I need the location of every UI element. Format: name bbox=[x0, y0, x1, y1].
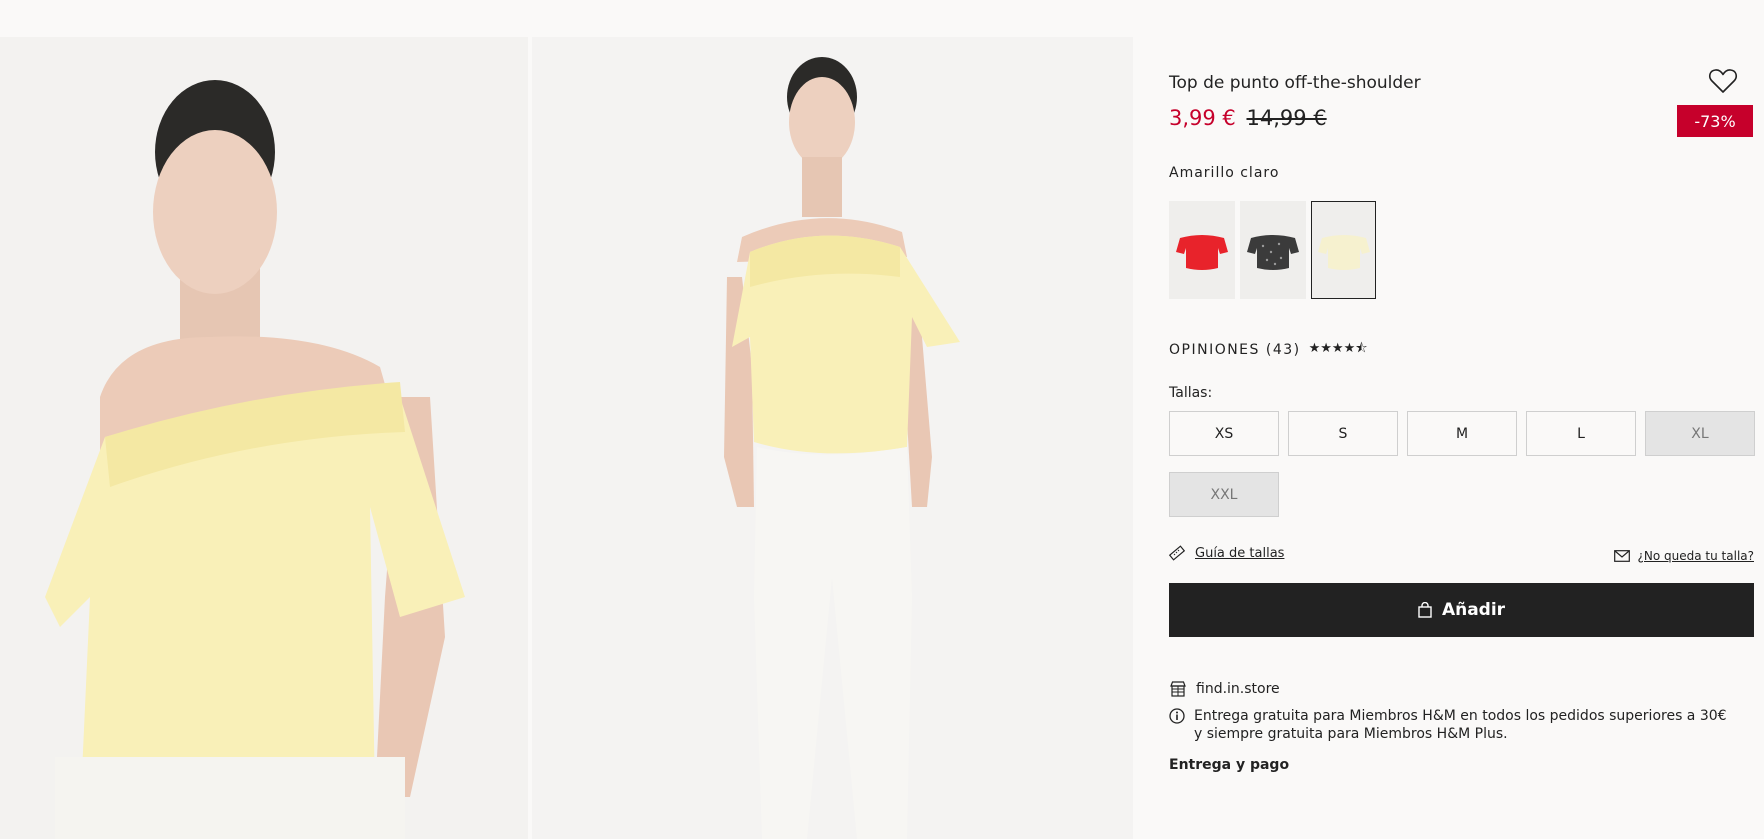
selected-color-name: Amarillo claro bbox=[1169, 165, 1280, 181]
size-option-xs[interactable]: XS bbox=[1169, 411, 1279, 456]
size-guide-label: Guía de tallas bbox=[1195, 545, 1285, 561]
delivery-info-text: Entrega gratuita para Miembros H&M en to… bbox=[1194, 708, 1727, 742]
size-option-s[interactable]: S bbox=[1288, 411, 1398, 456]
delivery-info: Entrega gratuita para Miembros H&M en to… bbox=[1169, 707, 1729, 743]
reviews-link[interactable]: OPINIONES (43) ★★★★⯪ bbox=[1169, 339, 1368, 361]
product-panel: Top de punto off-the-shoulder 3,99 € 14,… bbox=[1169, 37, 1755, 839]
yellow-top-thumbnail bbox=[1317, 235, 1370, 270]
find-in-store-link[interactable]: find.in.store bbox=[1169, 680, 1280, 698]
size-option-xl[interactable]: XL bbox=[1645, 411, 1755, 456]
find-in-store-label: find.in.store bbox=[1196, 681, 1280, 697]
not-your-size-link[interactable]: ¿No queda tu talla? bbox=[1613, 549, 1754, 563]
size-option-m[interactable]: M bbox=[1407, 411, 1517, 456]
size-selector: XS S M L XL XXL bbox=[1169, 411, 1755, 517]
delivery-payment-link[interactable]: Entrega y pago bbox=[1169, 757, 1289, 773]
sizes-label: Tallas: bbox=[1169, 385, 1213, 401]
rating-stars-icon: ★★★★⯪ bbox=[1308, 341, 1368, 356]
color-swatch-red[interactable] bbox=[1169, 201, 1235, 299]
black-print-top-thumbnail bbox=[1247, 235, 1299, 270]
original-price: 14,99 € bbox=[1246, 106, 1327, 130]
store-icon bbox=[1170, 681, 1186, 697]
reviews-label: OPINIONES (43) bbox=[1169, 342, 1301, 358]
product-image-full[interactable] bbox=[532, 37, 1133, 839]
price-row: 3,99 € 14,99 € bbox=[1169, 106, 1327, 130]
top-bar bbox=[0, 0, 1764, 37]
discount-badge: -73% bbox=[1677, 105, 1753, 137]
color-swatch-black-print[interactable] bbox=[1240, 201, 1306, 299]
favorite-heart-icon[interactable] bbox=[1708, 67, 1738, 95]
sale-price: 3,99 € bbox=[1169, 106, 1236, 130]
product-title: Top de punto off-the-shoulder bbox=[1169, 73, 1421, 93]
shopping-bag-icon bbox=[1418, 602, 1432, 618]
color-swatches bbox=[1169, 201, 1376, 299]
info-icon bbox=[1169, 708, 1185, 724]
product-image-closeup[interactable] bbox=[0, 37, 528, 839]
size-option-xxl[interactable]: XXL bbox=[1169, 472, 1279, 517]
envelope-icon bbox=[1613, 550, 1630, 562]
size-guide-link[interactable]: Guía de tallas bbox=[1169, 545, 1284, 561]
ruler-icon bbox=[1169, 545, 1185, 561]
size-option-l[interactable]: L bbox=[1526, 411, 1636, 456]
color-swatch-light-yellow[interactable] bbox=[1311, 201, 1376, 299]
add-to-bag-button[interactable]: Añadir bbox=[1169, 583, 1754, 637]
add-to-bag-label: Añadir bbox=[1441, 600, 1506, 620]
not-your-size-label: ¿No queda tu talla? bbox=[1637, 549, 1754, 563]
red-top-thumbnail bbox=[1176, 235, 1228, 270]
